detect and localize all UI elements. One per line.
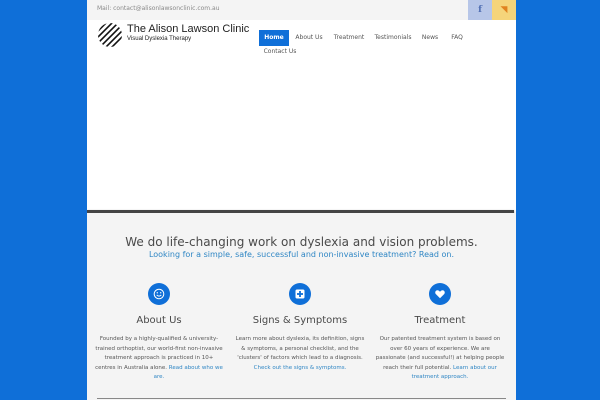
nav-contact-us[interactable]: Contact Us — [259, 44, 301, 60]
nav-faq[interactable]: FAQ — [446, 30, 468, 46]
striped-circle-logo-icon — [98, 23, 122, 47]
logo-title: The Alison Lawson Clinic — [127, 23, 250, 35]
intro-subline: Looking for a simple, safe, successful a… — [148, 250, 455, 259]
feature-about-title: About Us — [136, 315, 182, 326]
page-container: Mail: contact@alisonlawsonclinic.com.au … — [87, 0, 516, 400]
feature-signs-title: Signs & Symptoms — [252, 315, 348, 326]
intro-headline: We do life-changing work on dyslexia and… — [125, 235, 478, 249]
heart-icon[interactable] — [429, 283, 451, 305]
logo-subtitle: Visual Dyslexia Therapy — [127, 36, 192, 42]
feature-treatment-title: Treatment — [414, 315, 466, 326]
rss-icon[interactable]: ◥ — [492, 0, 516, 20]
nav-treatment[interactable]: Treatment — [330, 30, 368, 46]
signs-link[interactable]: Check out the signs & symptoms. — [254, 365, 347, 371]
top-bar: Mail: contact@alisonlawsonclinic.com.au … — [87, 0, 516, 20]
bottom-divider — [97, 398, 506, 399]
contact-email[interactable]: Mail: contact@alisonlawsonclinic.com.au — [97, 5, 220, 12]
feature-signs-text: Learn more about dyslexia, its definitio… — [235, 335, 365, 373]
feature-signs: Signs & Symptoms Learn more about dyslex… — [235, 283, 365, 373]
smiley-icon[interactable] — [148, 283, 170, 305]
feature-about: About Us Founded by a highly-qualified &… — [94, 283, 224, 383]
nav-testimonials[interactable]: Testimonials — [372, 30, 414, 46]
medical-plus-icon[interactable] — [289, 283, 311, 305]
hero-area — [87, 60, 516, 210]
site-logo[interactable]: The Alison Lawson Clinic Visual Dyslexia… — [97, 22, 250, 48]
nav-news[interactable]: News — [418, 30, 442, 46]
facebook-icon[interactable]: f — [468, 0, 492, 20]
feature-treatment-text: Our patented treatment system is based o… — [375, 335, 505, 383]
feature-signs-body: Learn more about dyslexia, its definitio… — [235, 336, 365, 361]
feature-treatment: Treatment Our patented treatment system … — [375, 283, 505, 383]
feature-about-text: Founded by a highly-qualified & universi… — [94, 335, 224, 383]
